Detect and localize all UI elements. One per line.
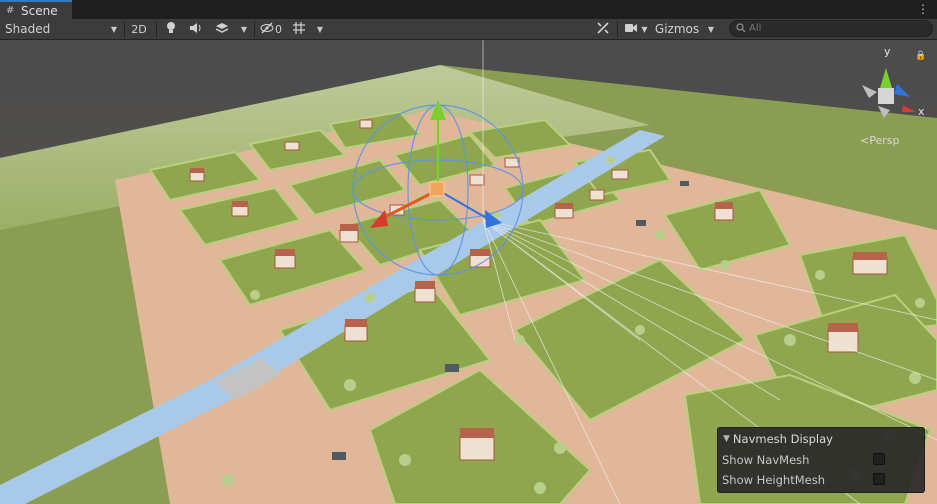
collapse-triangle-icon: ▼ (723, 434, 730, 444)
navmesh-display-title: Navmesh Display (732, 432, 833, 446)
chevron-down-icon: ▼ (316, 24, 324, 34)
tools-button[interactable] (592, 20, 614, 38)
show-heightmesh-checkbox[interactable] (873, 473, 885, 485)
camera-settings-button[interactable]: ▼ (620, 20, 652, 38)
tools-icon (596, 21, 610, 38)
grid-snap-toggle[interactable] (288, 20, 310, 38)
show-navmesh-label: Show NavMesh (722, 453, 810, 467)
shading-mode-label: Shaded (5, 22, 51, 36)
chevron-down-icon: ▼ (110, 24, 117, 34)
show-navmesh-checkbox[interactable] (873, 453, 885, 465)
toggle-2d-button[interactable]: 2D (127, 20, 151, 38)
speaker-icon (189, 22, 203, 37)
camera-icon (624, 23, 638, 36)
scene-search[interactable] (729, 20, 933, 37)
projection-label: Persp (869, 134, 900, 147)
audio-toggle[interactable] (185, 20, 207, 38)
tab-bar: # Scene ⋮ (0, 0, 937, 19)
hidden-count: 0 (275, 22, 282, 36)
effects-toggle[interactable] (210, 20, 234, 38)
grid-icon: # (6, 4, 15, 16)
shading-mode-dropdown[interactable]: Shaded ▼ (2, 20, 120, 38)
projection-toggle[interactable]: <Persp (860, 134, 899, 147)
layers-icon (215, 22, 229, 37)
navmesh-display-panel: ▼ Navmesh Display Show NavMesh Show Heig… (717, 427, 925, 493)
eye-slash-icon (260, 22, 274, 37)
lock-icon[interactable]: 🔒 (915, 51, 926, 61)
tab-scene[interactable]: # Scene (0, 0, 72, 19)
scene-toolbar: Shaded ▼ 2D ▼ 0 ▼ ▼ Gizmos ▼ All (0, 19, 937, 40)
grid-snap-dropdown[interactable]: ▼ (312, 20, 328, 38)
chevron-left-icon: < (860, 134, 870, 147)
gizmos-dropdown[interactable]: ▼ (702, 20, 720, 38)
lighting-toggle[interactable] (160, 20, 182, 38)
chevron-down-icon: ▼ (641, 24, 648, 34)
search-input[interactable] (746, 23, 919, 34)
hidden-objects-toggle[interactable]: 0 (257, 20, 285, 38)
chevron-down-icon: ▼ (707, 24, 715, 34)
gizmo-x-label: x (918, 105, 925, 118)
lightbulb-icon (165, 21, 177, 38)
grid-snap-icon (292, 21, 306, 38)
show-heightmesh-label: Show HeightMesh (722, 473, 825, 487)
search-icon (736, 22, 746, 36)
gizmos-label: Gizmos (654, 22, 700, 36)
tab-scene-label: Scene (21, 3, 58, 18)
navmesh-display-header[interactable]: ▼ Navmesh Display (723, 432, 833, 446)
gizmos-button[interactable]: Gizmos (654, 20, 700, 38)
chevron-down-icon: ▼ (240, 24, 248, 34)
effects-dropdown[interactable]: ▼ (236, 20, 252, 38)
gizmo-y-label: y (884, 45, 891, 58)
more-options-icon[interactable]: ⋮ (917, 2, 929, 16)
toggle-2d-label: 2D (131, 22, 147, 36)
